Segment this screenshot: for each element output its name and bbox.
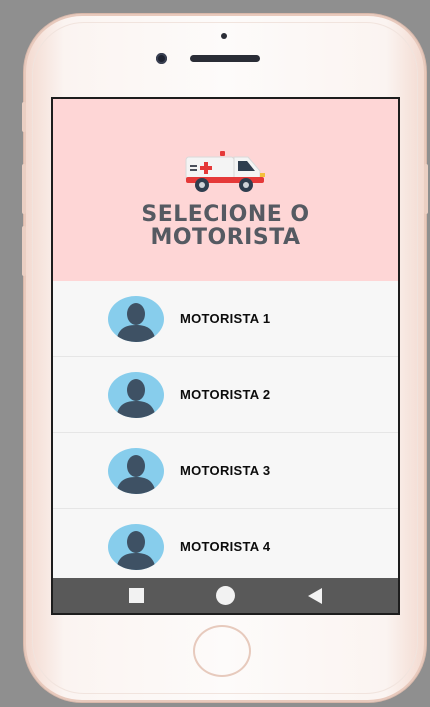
app-screen: SELECIONE O MOTORISTA MOTORISTA 1 MOTORI…	[51, 97, 400, 615]
list-item-driver-2[interactable]: MOTORISTA 2	[53, 357, 398, 433]
list-item-driver-1[interactable]: MOTORISTA 1	[53, 281, 398, 357]
title-line-2: MOTORISTA	[150, 225, 301, 250]
recent-apps-icon[interactable]	[129, 588, 145, 603]
proximity-sensor	[221, 33, 227, 39]
ambulance-icon	[185, 151, 265, 192]
volume-down-button	[22, 226, 26, 276]
driver-list: MOTORISTA 1 MOTORISTA 2 MOTORISTA 3 MOTO…	[53, 281, 398, 585]
list-item-driver-3[interactable]: MOTORISTA 3	[53, 433, 398, 509]
list-item-driver-4[interactable]: MOTORISTA 4	[53, 509, 398, 585]
user-avatar-icon	[108, 295, 164, 342]
title-line-1: SELECIONE O	[141, 202, 310, 227]
front-camera	[156, 53, 167, 64]
volume-up-button	[22, 164, 26, 214]
earpiece-speaker	[190, 55, 260, 62]
power-button	[424, 164, 428, 214]
home-icon[interactable]	[216, 586, 236, 605]
android-nav-bar	[53, 578, 398, 613]
driver-label: MOTORISTA 2	[180, 387, 271, 402]
user-avatar-icon	[108, 371, 164, 418]
driver-label: MOTORISTA 4	[180, 539, 271, 554]
mute-switch	[22, 102, 26, 132]
physical-home-button[interactable]	[193, 625, 251, 677]
user-avatar-icon	[108, 523, 164, 570]
back-icon[interactable]	[307, 587, 322, 604]
page-title: SELECIONE O MOTORISTA	[96, 203, 356, 249]
driver-label: MOTORISTA 3	[180, 463, 271, 478]
user-avatar-icon	[108, 447, 164, 494]
driver-label: MOTORISTA 1	[180, 311, 271, 326]
header-banner: SELECIONE O MOTORISTA	[53, 99, 398, 281]
